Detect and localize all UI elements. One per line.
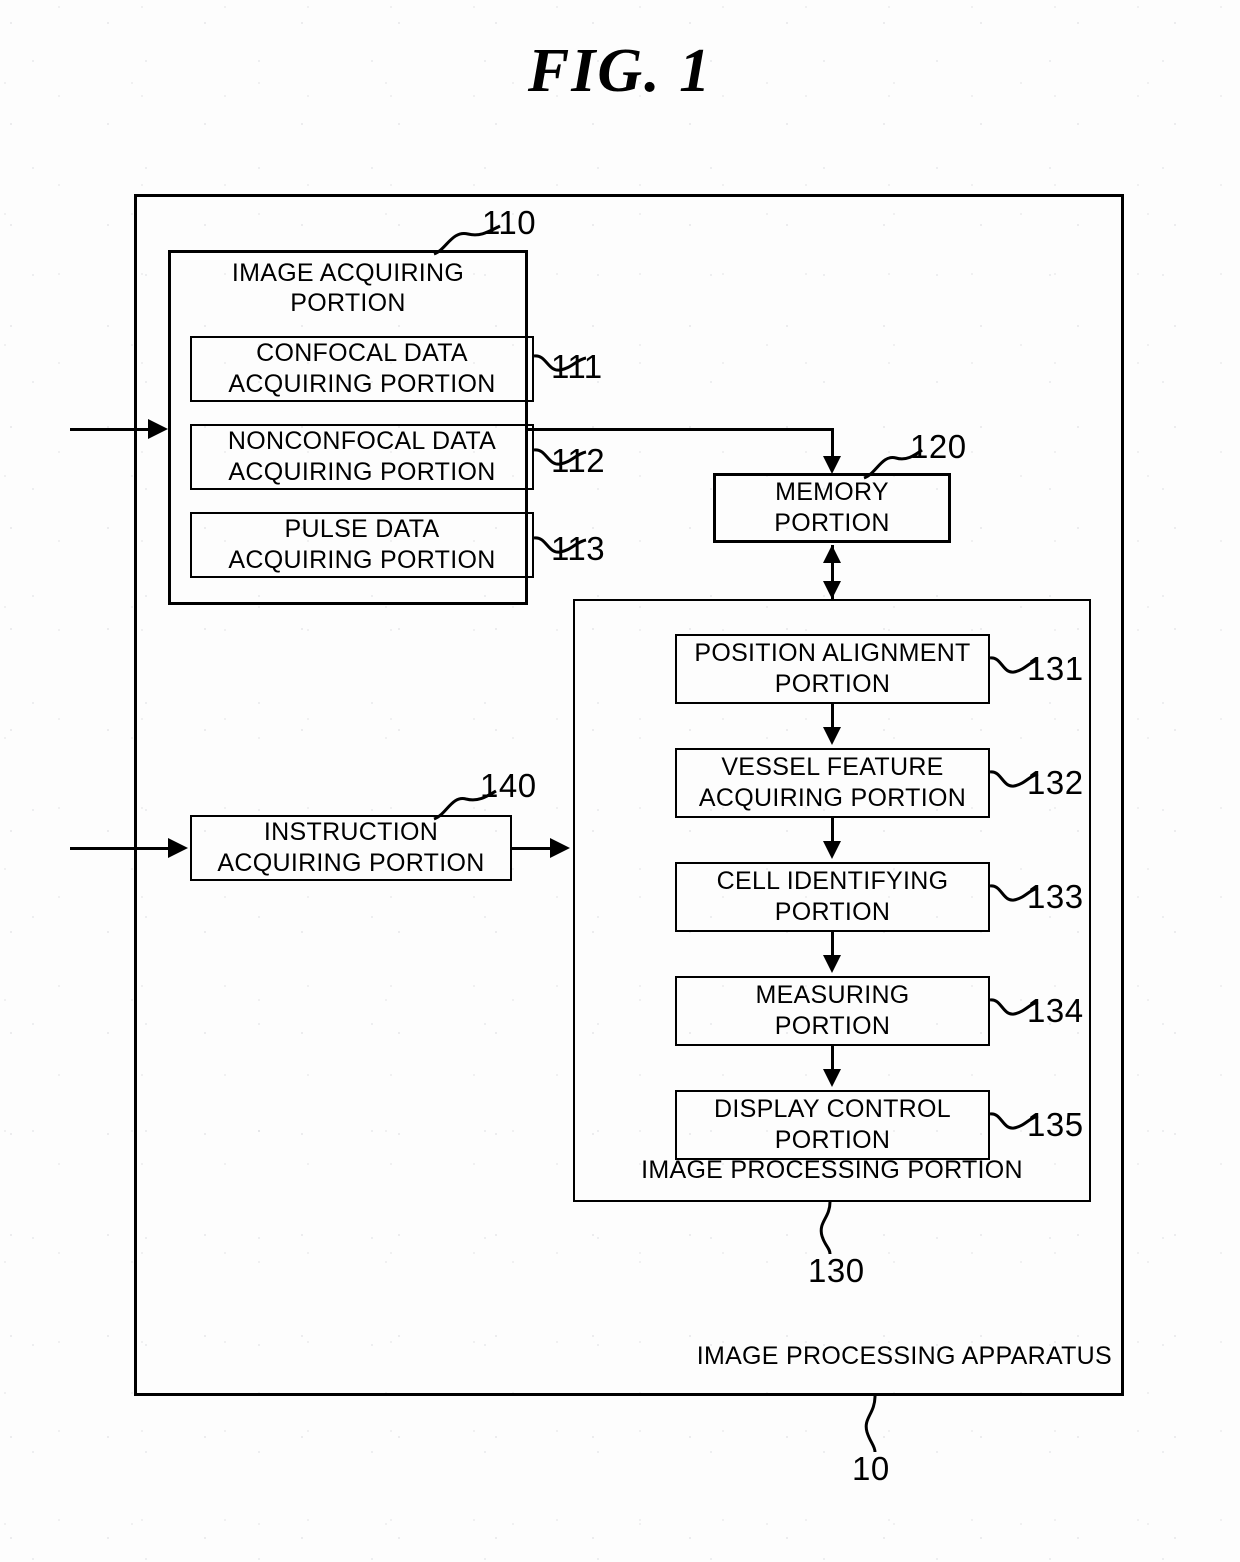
flow-arrowhead-131-132 xyxy=(823,727,841,745)
figure-page: FIG. 1 IMAGE PROCESSING APPARATUS 10 IMA… xyxy=(0,0,1240,1562)
flow-arrowhead-134-135 xyxy=(823,1069,841,1087)
external-input-arrowhead-top xyxy=(148,419,168,439)
measuring-portion-label: MEASURING PORTION xyxy=(755,981,910,1040)
instruction-to-processing-arrowhead xyxy=(550,838,570,858)
flow-line-133-134 xyxy=(831,932,834,957)
external-input-arrowhead-bottom xyxy=(168,838,188,858)
memory-processing-arrowhead-up xyxy=(823,545,841,563)
apparatus-ref-number: 10 xyxy=(852,1450,890,1487)
external-input-line-bottom xyxy=(70,847,170,850)
nonconfocal-data-ref-number: 112 xyxy=(551,442,606,479)
position-alignment-ref-number: 131 xyxy=(1027,650,1084,687)
image-acquiring-ref-number: 110 xyxy=(482,204,537,241)
flow-line-132-133 xyxy=(831,818,834,843)
instruction-ref-number: 140 xyxy=(480,767,537,804)
image-processing-apparatus-label: IMAGE PROCESSING APPARATUS xyxy=(696,1341,1112,1370)
acquiring-to-memory-hline xyxy=(528,428,834,431)
display-control-portion-label: DISPLAY CONTROL PORTION xyxy=(714,1095,951,1154)
pulse-data-ref-number: 113 xyxy=(551,530,606,567)
image-processing-ref-number: 130 xyxy=(808,1252,865,1289)
confocal-data-acquiring-portion-label: CONFOCAL DATA ACQUIRING PORTION xyxy=(228,339,496,398)
display-control-ref-number: 135 xyxy=(1027,1106,1084,1143)
image-processing-leader-line xyxy=(819,1201,832,1255)
instruction-acquiring-portion-label: INSTRUCTION ACQUIRING PORTION xyxy=(217,818,485,877)
image-acquiring-portion-label: IMAGE ACQUIRING PORTION xyxy=(231,259,465,317)
memory-ref-number: 120 xyxy=(910,428,967,465)
flow-line-131-132 xyxy=(831,704,834,729)
confocal-data-ref-number: 111 xyxy=(551,348,603,385)
memory-portion-label: MEMORY PORTION xyxy=(774,478,890,537)
flow-arrowhead-133-134 xyxy=(823,955,841,973)
measuring-ref-number: 134 xyxy=(1027,992,1084,1029)
vessel-feature-ref-number: 132 xyxy=(1027,764,1084,801)
vessel-feature-acquiring-portion-label: VESSEL FEATURE ACQUIRING PORTION xyxy=(698,753,967,812)
apparatus-leader-line xyxy=(864,1395,877,1453)
instruction-to-processing-line xyxy=(512,847,552,850)
acquiring-to-memory-arrowhead xyxy=(823,456,841,474)
acquiring-to-memory-vline xyxy=(831,428,834,458)
memory-processing-arrowhead-down xyxy=(823,581,841,599)
flow-line-134-135 xyxy=(831,1046,834,1071)
cell-identifying-portion-label: CELL IDENTIFYING PORTION xyxy=(716,867,949,926)
pulse-data-acquiring-portion-label: PULSE DATA ACQUIRING PORTION xyxy=(228,515,496,574)
position-alignment-portion-label: POSITION ALIGNMENT PORTION xyxy=(694,639,971,698)
external-input-line-top xyxy=(70,428,150,431)
flow-arrowhead-132-133 xyxy=(823,841,841,859)
nonconfocal-data-acquiring-portion-label: NONCONFOCAL DATA ACQUIRING PORTION xyxy=(227,427,497,486)
cell-identifying-ref-number: 133 xyxy=(1027,878,1084,915)
figure-title: FIG. 1 xyxy=(527,37,713,105)
